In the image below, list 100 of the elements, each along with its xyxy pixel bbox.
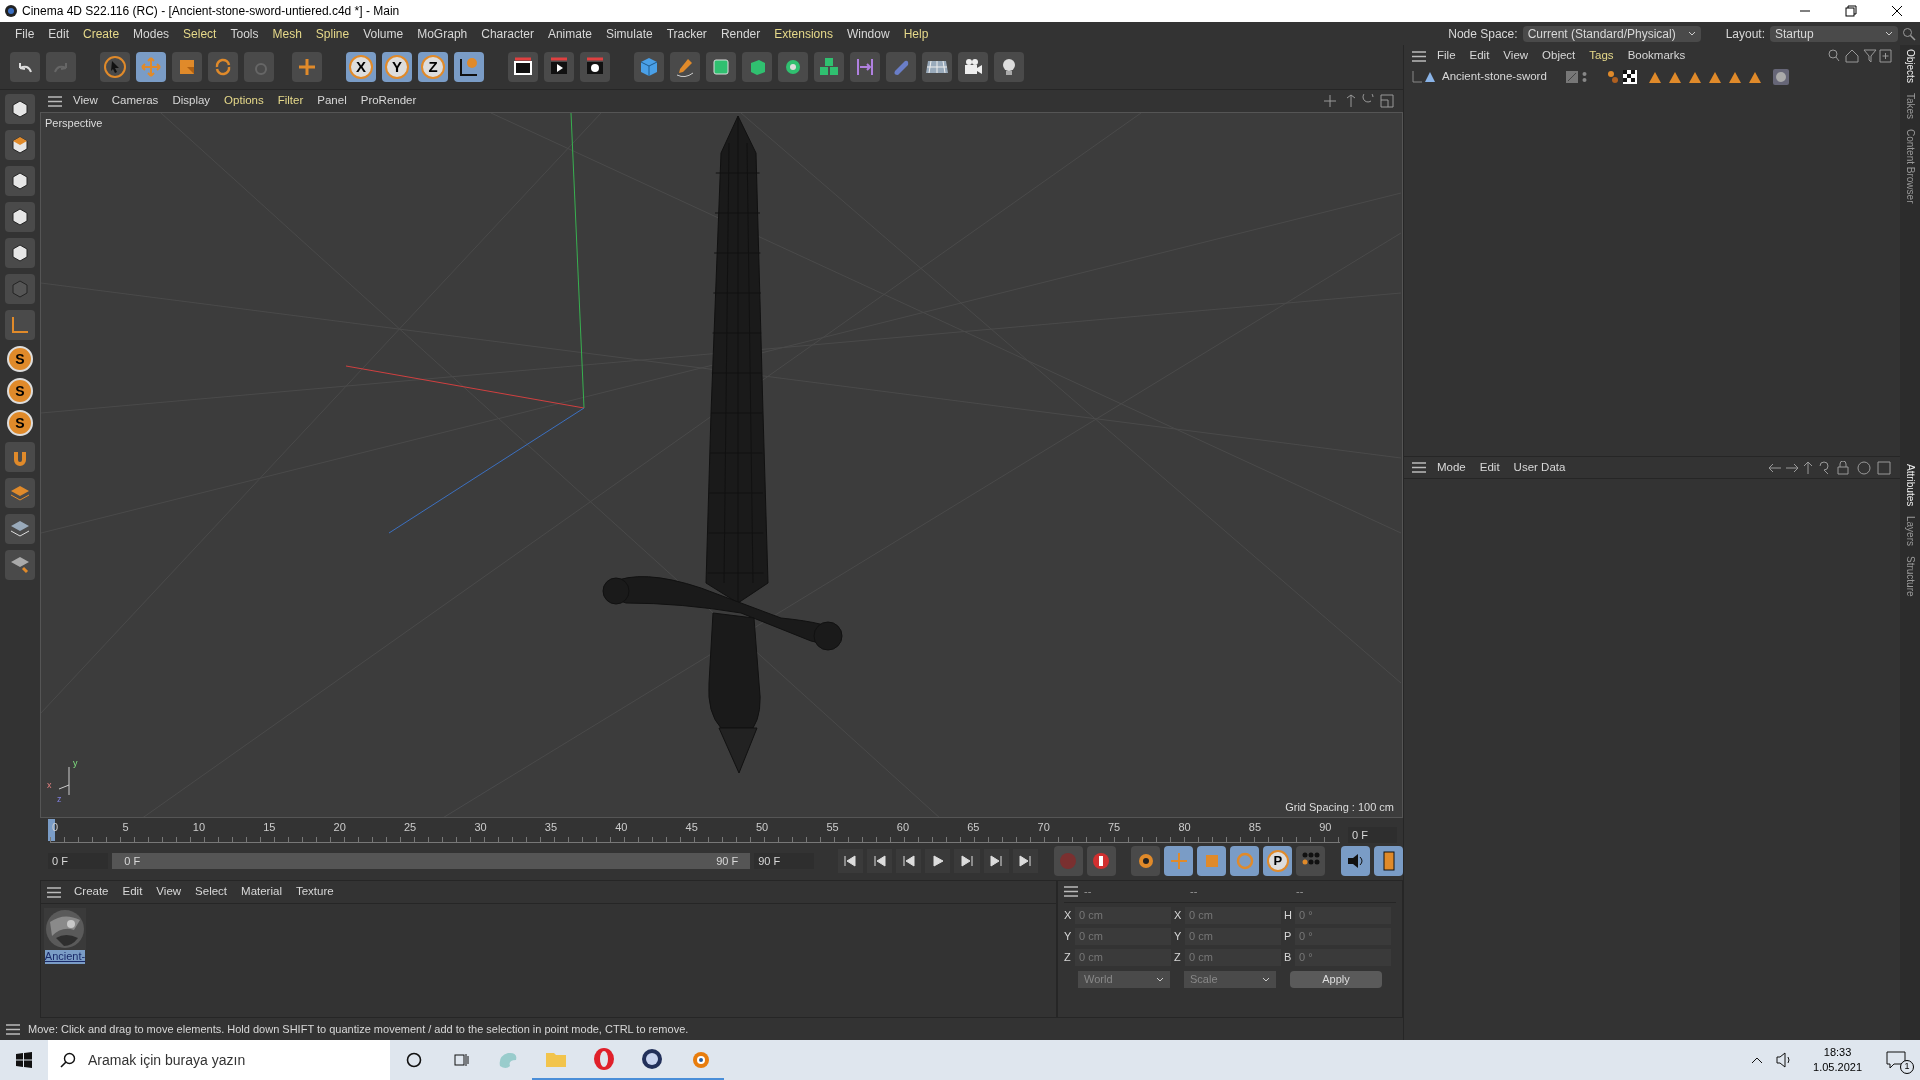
menu-item[interactable]: Bookmarks <box>1620 47 1693 65</box>
current-frame-field[interactable]: 0 F <box>1348 827 1397 843</box>
menu-item[interactable]: Material <box>234 883 289 901</box>
menu-item[interactable]: Display <box>165 92 218 110</box>
menu-item[interactable]: Help <box>896 24 936 43</box>
playback-button[interactable] <box>896 849 922 873</box>
autokey-button[interactable] <box>1086 846 1116 876</box>
menu-item[interactable]: Modes <box>126 24 177 43</box>
floor-button[interactable] <box>922 52 952 82</box>
cloner-button[interactable] <box>778 52 808 82</box>
menu-icon[interactable] <box>1064 886 1078 897</box>
film-button[interactable] <box>1374 846 1404 876</box>
menu-icon[interactable] <box>1412 50 1426 62</box>
layout-dropdown[interactable]: Startup <box>1770 25 1898 42</box>
menu-item[interactable]: Create <box>76 24 127 43</box>
menu-item[interactable]: Texture <box>288 883 341 901</box>
side-tab[interactable]: Content Browser <box>1902 129 1918 204</box>
point-level-button[interactable] <box>1296 846 1326 876</box>
scale-tool-button[interactable] <box>172 52 202 82</box>
render-settings-button[interactable] <box>580 52 610 82</box>
menu-item[interactable]: Select <box>176 24 224 43</box>
mode-button[interactable] <box>5 202 35 232</box>
menu-item[interactable]: File <box>8 24 42 43</box>
viewport[interactable]: Perspective Grid Spacing : 100 cm x y z <box>40 112 1403 818</box>
side-tab[interactable]: Takes <box>1902 92 1918 120</box>
task-view-icon[interactable] <box>452 1052 470 1068</box>
menu-icon[interactable] <box>6 1023 20 1035</box>
layers-button[interactable] <box>5 478 35 508</box>
menu-item[interactable]: Options <box>217 92 271 110</box>
windows-start-icon[interactable] <box>16 1052 32 1068</box>
playback-button[interactable] <box>925 849 951 873</box>
frame-range-slider[interactable]: 0 F 90 F <box>112 853 751 869</box>
workplane-button[interactable] <box>5 310 35 340</box>
side-tab[interactable]: Structure <box>1902 555 1918 597</box>
menu-item[interactable]: Mesh <box>265 24 309 43</box>
menu-item[interactable]: Volume <box>356 24 411 43</box>
parameter-key-button[interactable]: P <box>1263 846 1293 876</box>
keyframe-selection-button[interactable] <box>1131 846 1161 876</box>
attribute-navigation-icon[interactable] <box>1768 460 1892 475</box>
taskbar-search-field[interactable]: Aramak için buraya yazın <box>48 1040 390 1080</box>
menu-item[interactable]: Spline <box>308 24 357 43</box>
rotate-tool-button[interactable] <box>208 52 238 82</box>
menu-item[interactable]: Tracker <box>659 24 714 43</box>
playback-button[interactable] <box>837 849 863 873</box>
snap-button[interactable]: S <box>7 410 33 436</box>
close-icon[interactable] <box>1891 5 1903 17</box>
node-space-dropdown[interactable]: Current (Standard/Physical) <box>1522 25 1701 42</box>
playback-button[interactable] <box>983 849 1009 873</box>
clock-time[interactable]: 18:33 <box>1823 1045 1852 1060</box>
rotation-key-button[interactable] <box>1230 846 1260 876</box>
snap-button[interactable]: S <box>7 346 33 372</box>
search-icon[interactable] <box>1902 26 1916 41</box>
clock-date[interactable]: 1.05.2021 <box>1813 1060 1862 1075</box>
side-tab[interactable]: Attributes <box>1902 463 1918 506</box>
menu-item[interactable]: Mode <box>1430 458 1473 477</box>
object-name[interactable]: Ancient-stone-sword <box>1442 68 1562 86</box>
search-input[interactable]: Aramak için buraya yazın <box>88 1049 378 1071</box>
timeline-button[interactable] <box>1341 846 1371 876</box>
mograph-button[interactable] <box>814 52 844 82</box>
cortana-icon[interactable] <box>406 1052 422 1068</box>
menu-icon[interactable] <box>48 95 62 107</box>
menu-item[interactable]: MoGraph <box>410 24 475 43</box>
restore-icon[interactable] <box>1845 5 1857 17</box>
lock-axis-button[interactable] <box>5 550 35 580</box>
apply-button[interactable]: Apply <box>1290 971 1382 988</box>
subdivision-button[interactable] <box>706 52 736 82</box>
menu-item[interactable]: User Data <box>1506 458 1573 477</box>
scale-key-button[interactable] <box>1197 846 1227 876</box>
timeline-ruler[interactable]: 0 5 10 15 20 25 30 35 40 45 50 55 60 65 70 75 80 85 90 <box>40 819 1340 845</box>
axis-lock-button[interactable]: X <box>346 52 376 82</box>
axis-lock-button[interactable]: Y <box>382 52 412 82</box>
notifications-icon[interactable] <box>1886 1051 1906 1069</box>
field-button[interactable] <box>886 52 916 82</box>
menu-item[interactable]: View <box>66 92 105 110</box>
playback-button[interactable] <box>1012 849 1038 873</box>
chevron-up-icon[interactable] <box>1751 1056 1764 1064</box>
position-key-button[interactable] <box>1164 846 1194 876</box>
menu-item[interactable]: Edit <box>115 883 150 901</box>
menu-icon[interactable] <box>47 886 61 898</box>
menu-item[interactable]: Cameras <box>104 92 166 110</box>
menu-item[interactable]: Render <box>713 24 768 43</box>
menu-item[interactable]: View <box>1496 47 1536 65</box>
axis-lock-button[interactable]: Z <box>418 52 448 82</box>
render-view-button[interactable] <box>508 52 538 82</box>
menu-item[interactable]: File <box>1430 47 1463 65</box>
extrude-button[interactable] <box>742 52 772 82</box>
pen-button[interactable] <box>670 52 700 82</box>
cube-button[interactable] <box>634 52 664 82</box>
menu-item[interactable]: Panel <box>310 92 354 110</box>
menu-item[interactable]: Extensions <box>767 24 840 43</box>
viewport-navigation-icon[interactable] <box>1323 94 1395 108</box>
menu-item[interactable]: Tags <box>1582 47 1621 65</box>
object-manager-tools-icon[interactable] <box>1828 49 1892 63</box>
side-tab[interactable]: Layers <box>1902 515 1918 546</box>
snap-button[interactable]: S <box>7 378 33 404</box>
deformer-button[interactable] <box>850 52 880 82</box>
coordinate-system-button[interactable] <box>454 52 484 82</box>
menu-icon[interactable] <box>1412 462 1426 473</box>
menu-item[interactable]: Edit <box>1462 47 1497 65</box>
menu-item[interactable]: Character <box>474 24 541 43</box>
